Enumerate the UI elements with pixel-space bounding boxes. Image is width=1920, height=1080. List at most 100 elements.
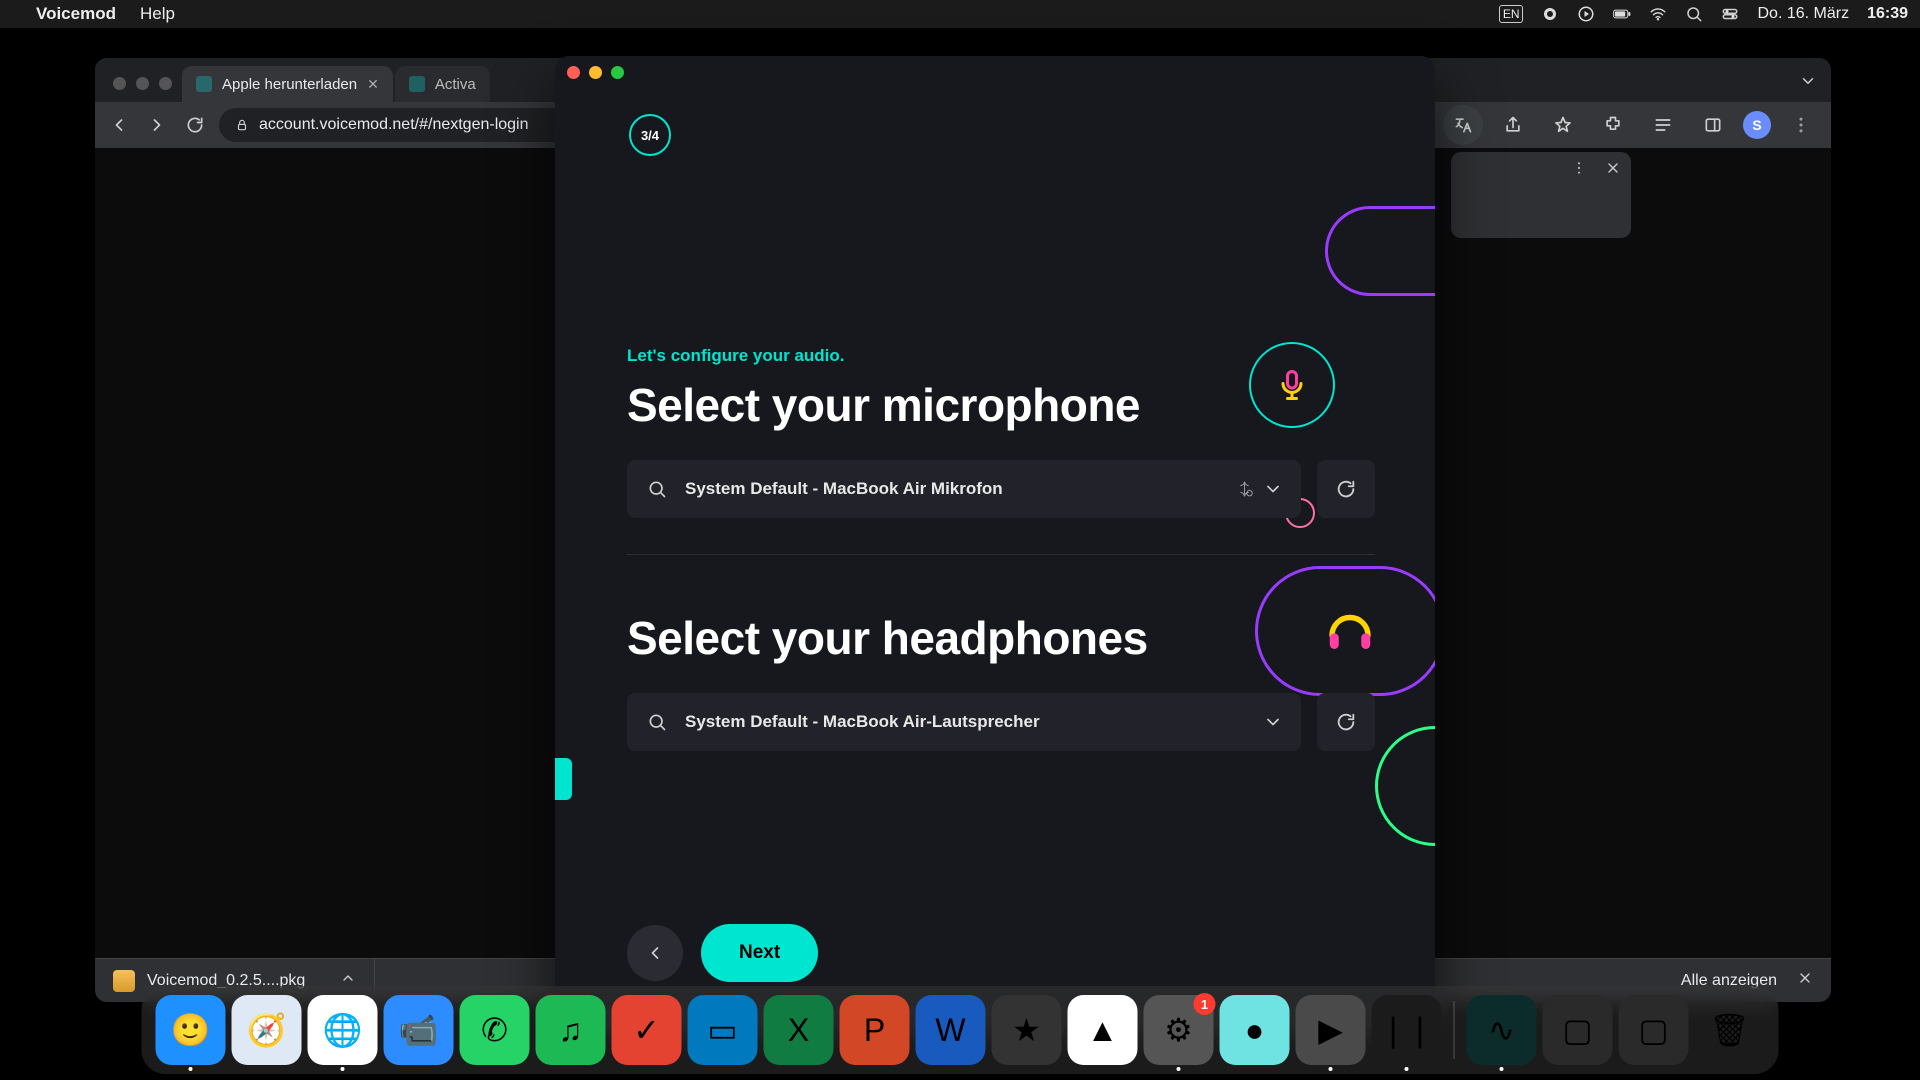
cursor-icon xyxy=(1237,479,1257,499)
divider xyxy=(627,554,1375,555)
chrome-traffic-lights[interactable] xyxy=(105,77,182,102)
dock-app-siri[interactable]: ● xyxy=(1220,995,1290,1065)
tab-favicon xyxy=(409,76,425,92)
refresh-icon xyxy=(1335,478,1357,500)
popup-close-icon[interactable] xyxy=(1605,160,1621,176)
dock-app-spotify[interactable]: ♫ xyxy=(536,995,606,1065)
menubar-battery-icon[interactable] xyxy=(1613,5,1631,23)
dock-badge: 1 xyxy=(1194,993,1216,1015)
dock-app-todoist[interactable]: ✓ xyxy=(612,995,682,1065)
reading-list-icon[interactable] xyxy=(1643,105,1683,145)
next-button[interactable]: Next xyxy=(701,924,818,982)
dock-app-word[interactable]: W xyxy=(916,995,986,1065)
tab-favicon xyxy=(196,76,212,92)
dock-app-voicemod[interactable]: ∿ xyxy=(1467,995,1537,1065)
running-indicator xyxy=(189,1067,193,1071)
headphones-heading: Select your headphones xyxy=(627,611,1375,665)
pkg-icon xyxy=(113,970,135,992)
fullscreen-dot[interactable] xyxy=(159,77,172,90)
menubar-control-center-icon[interactable] xyxy=(1721,5,1739,23)
lock-icon xyxy=(235,118,249,132)
menubar-help[interactable]: Help xyxy=(140,4,175,24)
dock-app-drive[interactable]: ▲ xyxy=(1068,995,1138,1065)
dock-separator xyxy=(1454,1001,1455,1059)
chrome-menu-icon[interactable] xyxy=(1781,105,1821,145)
menubar-date[interactable]: Do. 16. März xyxy=(1757,5,1849,23)
headphones-select-value: System Default - MacBook Air-Lautspreche… xyxy=(685,712,1040,732)
reload-button[interactable] xyxy=(181,111,209,139)
arrow-left-icon xyxy=(645,943,665,963)
menubar-app-name[interactable]: Voicemod xyxy=(36,4,116,24)
tab-title: Apple herunterladen xyxy=(222,76,357,93)
share-icon[interactable] xyxy=(1493,105,1533,145)
tab-title: Activa xyxy=(435,76,476,93)
step-label: 3/4 xyxy=(641,128,659,143)
dock-app-screenshot-a[interactable]: ▢ xyxy=(1543,995,1613,1065)
dock-app-trash[interactable]: 🗑 xyxy=(1695,995,1765,1065)
menubar-wifi-icon[interactable] xyxy=(1649,5,1667,23)
dock-app-settings[interactable]: ⚙1 xyxy=(1144,995,1214,1065)
tab-activa[interactable]: Activa xyxy=(395,66,490,102)
microphone-select-value: System Default - MacBook Air Mikrofon xyxy=(685,479,1003,499)
menubar-record-icon[interactable] xyxy=(1541,5,1559,23)
onboarding-step-indicator: 3/4 xyxy=(629,114,671,156)
desktop: Apple herunterladen ✕ Activa account.voi… xyxy=(0,28,1920,1080)
back-button[interactable] xyxy=(627,925,683,981)
menubar-search-icon[interactable] xyxy=(1685,5,1703,23)
tab-close-icon[interactable]: ✕ xyxy=(367,76,379,93)
omnibox-url: account.voicemod.net/#/nextgen-login xyxy=(259,116,529,134)
menubar-play-icon[interactable] xyxy=(1577,5,1595,23)
dock-app-finder[interactable]: 🙂 xyxy=(156,995,226,1065)
vm-close-dot[interactable] xyxy=(567,66,580,79)
vm-fullscreen-dot[interactable] xyxy=(611,66,624,79)
chevron-down-icon xyxy=(1263,479,1283,499)
running-indicator xyxy=(341,1067,345,1071)
tabs-dropdown-icon[interactable] xyxy=(1799,72,1817,95)
dock-app-trello[interactable]: ▭ xyxy=(688,995,758,1065)
search-icon xyxy=(647,712,667,732)
decorative-blob xyxy=(1375,726,1435,846)
chevron-down-icon xyxy=(1263,712,1283,732)
back-button[interactable] xyxy=(105,111,133,139)
profile-avatar[interactable]: S xyxy=(1743,111,1771,139)
dock-app-quicktime[interactable]: ▶ xyxy=(1296,995,1366,1065)
refresh-icon xyxy=(1335,711,1357,733)
close-dot[interactable] xyxy=(113,77,126,90)
headphones-refresh-button[interactable] xyxy=(1317,693,1375,751)
dock-app-whatsapp[interactable]: ✆ xyxy=(460,995,530,1065)
voicemod-window: 3/4 Let's configure your audio. Select y… xyxy=(555,56,1435,1036)
tab-apple-download[interactable]: Apple herunterladen ✕ xyxy=(182,66,393,102)
dock-app-voice-memos[interactable]: ❘❘ xyxy=(1372,995,1442,1065)
running-indicator xyxy=(1329,1067,1333,1071)
microphone-refresh-button[interactable] xyxy=(1317,460,1375,518)
dock-app-safari[interactable]: 🧭 xyxy=(232,995,302,1065)
dock-app-zoom[interactable]: 📹 xyxy=(384,995,454,1065)
menubar-lang-icon[interactable]: EN xyxy=(1499,5,1524,23)
microphone-heading: Select your microphone xyxy=(627,378,1375,432)
dock-app-chrome[interactable]: 🌐 xyxy=(308,995,378,1065)
download-shelf-close-icon[interactable] xyxy=(1797,970,1813,991)
next-button-label: Next xyxy=(739,942,780,964)
headphones-select[interactable]: System Default - MacBook Air-Lautspreche… xyxy=(627,693,1301,751)
decorative-square xyxy=(555,758,572,800)
dock-app-imovie[interactable]: ★ xyxy=(992,995,1062,1065)
vm-minimize-dot[interactable] xyxy=(589,66,602,79)
running-indicator xyxy=(1500,1067,1504,1071)
onboarding-eyebrow: Let's configure your audio. xyxy=(627,346,1375,366)
dock: 🙂🧭🌐📹✆♫✓▭XPW★▲⚙1●▶❘❘ ∿▢▢🗑 xyxy=(142,986,1779,1074)
menubar-time[interactable]: 16:39 xyxy=(1867,5,1908,23)
dock-app-powerpoint[interactable]: P xyxy=(840,995,910,1065)
voicemod-traffic-lights[interactable] xyxy=(567,66,624,79)
popup-menu-icon[interactable] xyxy=(1571,160,1587,176)
dock-app-screenshot-b[interactable]: ▢ xyxy=(1619,995,1689,1065)
forward-button[interactable] xyxy=(143,111,171,139)
minimize-dot[interactable] xyxy=(136,77,149,90)
extensions-icon[interactable] xyxy=(1593,105,1633,145)
microphone-select[interactable]: System Default - MacBook Air Mikrofon xyxy=(627,460,1301,518)
bookmark-star-icon[interactable] xyxy=(1543,105,1583,145)
translate-icon[interactable] xyxy=(1443,105,1483,145)
running-indicator xyxy=(1177,1067,1181,1071)
dock-app-excel[interactable]: X xyxy=(764,995,834,1065)
chrome-popup xyxy=(1451,152,1631,238)
sidepanel-icon[interactable] xyxy=(1693,105,1733,145)
